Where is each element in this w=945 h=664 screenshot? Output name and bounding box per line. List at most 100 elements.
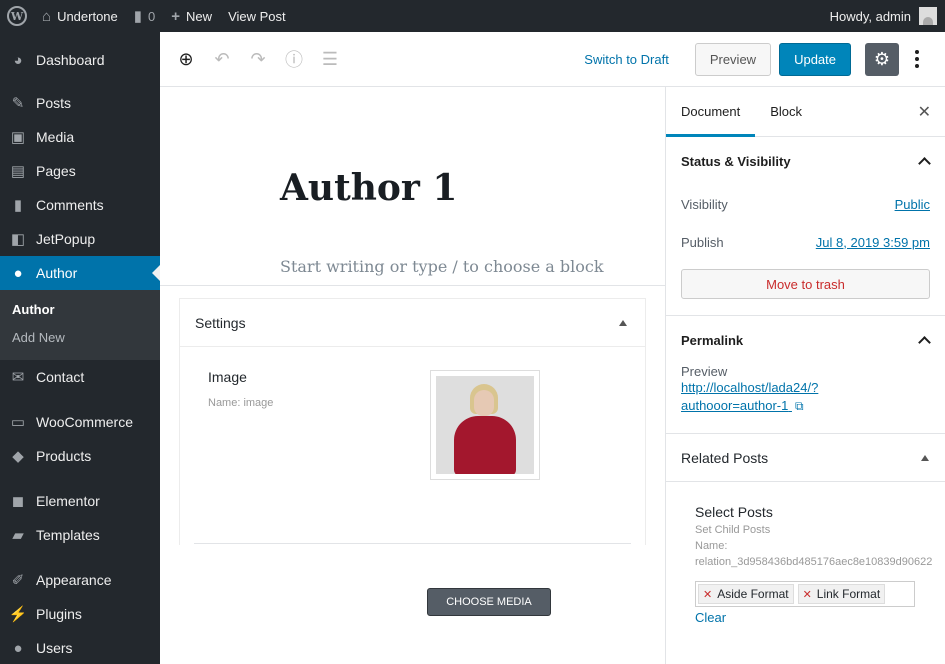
dashboard-icon: ◕ bbox=[13, 51, 23, 69]
section-title: Related Posts bbox=[681, 449, 769, 466]
user-icon: ● bbox=[13, 264, 23, 282]
submenu-item-author[interactable]: Author bbox=[0, 296, 160, 324]
publish-date-toggle[interactable]: Jul 8, 2019 3:59 pm bbox=[816, 235, 930, 250]
redo-icon[interactable]: ↷ bbox=[240, 41, 276, 77]
editor-toolbar: ⊕ ↶ ↷ ⓘ ☰ Switch to Draft Preview Update… bbox=[160, 32, 945, 87]
permalink-header[interactable]: Permalink bbox=[666, 316, 945, 364]
tab-block[interactable]: Block bbox=[755, 87, 817, 137]
sidebar-item-jetpopup[interactable]: ◧ JetPopup bbox=[0, 222, 160, 256]
switch-to-draft-button[interactable]: Switch to Draft bbox=[584, 52, 669, 67]
account-menu[interactable]: Howdy, admin bbox=[822, 0, 945, 32]
sidebar-item-label: Comments bbox=[36, 197, 104, 213]
home-icon: ⌂ bbox=[42, 7, 52, 25]
visibility-toggle[interactable]: Public bbox=[895, 197, 930, 212]
brush-icon: ✐ bbox=[11, 572, 25, 589]
settings-metabox-header[interactable]: Settings bbox=[180, 299, 645, 347]
box-icon: ◆ bbox=[12, 448, 24, 465]
sidebar-item-media[interactable]: ▣ Media bbox=[0, 120, 160, 154]
author-submenu: Author Add New bbox=[0, 290, 160, 360]
related-posts-panel: Related Posts Select Posts Set Child Pos… bbox=[666, 434, 945, 625]
status-visibility-header[interactable]: Status & Visibility bbox=[666, 137, 945, 185]
selected-tag: ✕ Link Format bbox=[797, 584, 886, 604]
sidebar-item-label: Elementor bbox=[36, 493, 100, 509]
sidebar-item-users[interactable]: ● Users bbox=[0, 631, 160, 664]
sidebar-item-label: Media bbox=[36, 129, 75, 145]
sidebar-item-plugins[interactable]: ⚡ Plugins bbox=[0, 597, 160, 631]
sidebar-item-contact[interactable]: ✉ Contact bbox=[0, 360, 160, 394]
user-icon: ● bbox=[13, 639, 23, 657]
image-field-label: Image bbox=[208, 369, 247, 385]
close-icon[interactable]: ✕ bbox=[918, 102, 931, 122]
more-options-icon[interactable] bbox=[907, 43, 927, 76]
media-icon: ▣ bbox=[10, 129, 26, 146]
update-button[interactable]: Update bbox=[779, 42, 851, 76]
sidebar-item-author[interactable]: ● Author bbox=[0, 256, 160, 290]
clear-link[interactable]: Clear bbox=[695, 610, 945, 625]
post-title[interactable]: Author 1 bbox=[280, 167, 457, 209]
description-line: Name: bbox=[695, 540, 728, 552]
sidebar-item-elementor[interactable]: ◼ Elementor bbox=[0, 484, 160, 518]
comments-count: 0 bbox=[148, 8, 156, 24]
sidebar-item-woocommerce[interactable]: ▭ WooCommerce bbox=[0, 405, 160, 439]
avatar bbox=[919, 7, 937, 25]
section-title: Status & Visibility bbox=[681, 153, 791, 169]
select-posts-input[interactable]: ✕ Aside Format ✕ Link Format bbox=[695, 581, 915, 607]
description-line: relation_3d958436bd485176aec8e10839d9062… bbox=[695, 556, 933, 568]
related-posts-header[interactable]: Related Posts bbox=[666, 434, 945, 482]
comments-link[interactable]: ▮ 0 bbox=[126, 0, 164, 32]
choose-media-button[interactable]: CHOOSE MEDIA bbox=[427, 588, 551, 616]
chevron-up-icon[interactable] bbox=[918, 336, 931, 349]
divider bbox=[194, 543, 631, 544]
sidebar-item-label: JetPopup bbox=[36, 231, 96, 247]
permalink-link[interactable]: http://localhost/lada24/? authooor=autho… bbox=[666, 379, 945, 433]
sidebar-item-label: Products bbox=[36, 448, 92, 464]
sidebar-item-appearance[interactable]: ✐ Appearance bbox=[0, 563, 160, 597]
wordpress-logo-icon[interactable]: W bbox=[0, 0, 34, 32]
editor-canvas: Author 1 Start writing or type / to choo… bbox=[160, 87, 665, 664]
permalink-preview-label: Preview bbox=[681, 364, 728, 379]
sidebar-item-label: Users bbox=[36, 640, 73, 656]
new-content-link[interactable]: + New bbox=[163, 0, 220, 32]
add-block-icon[interactable]: ⊕ bbox=[168, 41, 204, 77]
section-title: Permalink bbox=[681, 332, 744, 348]
settings-metabox: Settings Image Name: image CHOOSE MEDIA bbox=[179, 298, 646, 616]
sidebar-item-posts[interactable]: ✎ Posts bbox=[0, 86, 160, 120]
sidebar-item-pages[interactable]: ▤ Pages bbox=[0, 154, 160, 188]
sidebar-item-label: Dashboard bbox=[36, 52, 105, 68]
collapse-caret-icon[interactable] bbox=[619, 319, 627, 326]
submenu-item-add-new[interactable]: Add New bbox=[0, 324, 160, 352]
permalink-line: authooor=author-1 bbox=[681, 398, 789, 413]
new-label: New bbox=[186, 8, 213, 24]
view-post-label: View Post bbox=[228, 8, 286, 24]
tag-label: Aside Format bbox=[717, 587, 789, 601]
settings-gear-icon[interactable]: ⚙ bbox=[865, 42, 899, 76]
settings-title: Settings bbox=[195, 314, 246, 331]
outline-icon[interactable]: ☰ bbox=[312, 41, 348, 77]
comment-icon: ▮ bbox=[133, 8, 143, 25]
sidebar-item-label: Appearance bbox=[36, 572, 112, 588]
sidebar-item-dashboard[interactable]: ◕ Dashboard bbox=[0, 43, 160, 77]
image-field-name: Name: image bbox=[208, 397, 274, 409]
chevron-up-icon[interactable] bbox=[918, 157, 931, 170]
remove-icon[interactable]: ✕ bbox=[803, 588, 812, 601]
site-name-link[interactable]: ⌂ Undertone bbox=[34, 0, 126, 32]
sidebar-item-comments[interactable]: ▮ Comments bbox=[0, 188, 160, 222]
tab-document[interactable]: Document bbox=[666, 87, 756, 137]
block-placeholder[interactable]: Start writing or type / to choose a bloc… bbox=[280, 257, 604, 276]
sidebar-item-products[interactable]: ◆ Products bbox=[0, 439, 160, 473]
select-posts-label: Select Posts bbox=[695, 504, 773, 520]
external-link-icon: ⧉ bbox=[794, 399, 804, 413]
sidebar-item-templates[interactable]: ▰ Templates bbox=[0, 518, 160, 552]
plus-icon: + bbox=[171, 7, 181, 25]
view-post-link[interactable]: View Post bbox=[220, 0, 294, 32]
collapse-caret-icon[interactable] bbox=[921, 454, 929, 461]
info-icon[interactable]: ⓘ bbox=[276, 41, 312, 77]
image-preview[interactable] bbox=[430, 370, 540, 480]
move-to-trash-button[interactable]: Move to trash bbox=[681, 269, 930, 299]
plug-icon: ⚡ bbox=[8, 606, 28, 623]
undo-icon[interactable]: ↶ bbox=[204, 41, 240, 77]
selected-tag: ✕ Aside Format bbox=[698, 584, 794, 604]
elementor-icon: ◼ bbox=[11, 493, 25, 510]
preview-button[interactable]: Preview bbox=[694, 42, 772, 76]
remove-icon[interactable]: ✕ bbox=[703, 588, 712, 601]
